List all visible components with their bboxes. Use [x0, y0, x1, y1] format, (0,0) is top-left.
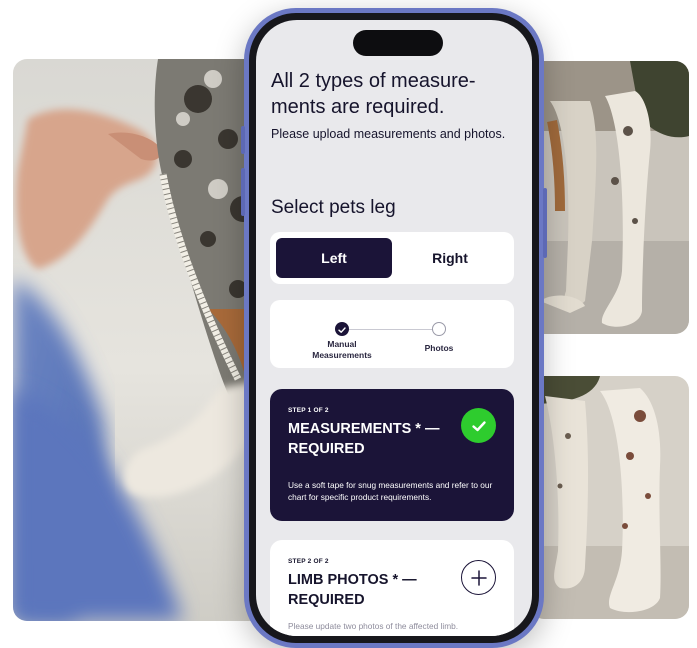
phone-mockup: All 2 types of measure- ments are requir…: [241, 8, 547, 648]
page-subtitle: Please upload measurements and photos.: [271, 127, 506, 141]
phone-power-button: [543, 188, 547, 258]
step-pending-indicator: [432, 322, 446, 336]
plus-icon: [470, 569, 487, 586]
leg-selector-heading: Select pets leg: [271, 197, 396, 218]
leg-option-right[interactable]: Right: [392, 238, 508, 278]
add-photo-button[interactable]: [461, 560, 496, 595]
step-kicker: STEP 1 OF 2: [288, 407, 329, 414]
measurements-title: MEASUREMENTS * — REQUIRED: [288, 421, 440, 457]
dog-legs-photo-bottom: [530, 376, 689, 619]
phone-volume-button: [241, 168, 245, 216]
limb-photos-title: LIMB PHOTOS * — REQUIRED: [288, 572, 417, 608]
dynamic-island: [353, 30, 443, 56]
completed-badge: [461, 408, 496, 443]
step-complete-indicator: [335, 322, 349, 336]
check-icon: [471, 420, 486, 431]
measurements-step-card[interactable]: STEP 1 OF 2 MEASUREMENTS * — REQUIRED Us…: [270, 389, 514, 521]
progress-stepper: Manual Measurements Photos: [270, 300, 514, 368]
limb-photos-description: Please update two photos of the affected…: [288, 621, 459, 631]
stepper-connector: [347, 329, 433, 330]
check-icon: [338, 327, 346, 333]
dog-legs-photo-top: [530, 61, 689, 334]
leg-selector: Left Right: [270, 232, 514, 284]
step-label-measurements: Manual Measurements: [312, 339, 372, 360]
limb-photos-step-card[interactable]: STEP 2 OF 2 LIMB PHOTOS * — REQUIRED Ple…: [270, 540, 514, 636]
step-kicker: STEP 2 OF 2: [288, 558, 329, 565]
phone-side-button: [241, 126, 245, 154]
dog-measurement-photo: [13, 59, 263, 621]
app-screen: All 2 types of measure- ments are requir…: [256, 20, 532, 636]
step-label-photos: Photos: [424, 343, 454, 353]
measurements-description: Use a soft tape for snug measurements an…: [288, 480, 493, 502]
page-title: All 2 types of measure- ments are requir…: [271, 70, 476, 118]
leg-option-left[interactable]: Left: [276, 238, 392, 278]
